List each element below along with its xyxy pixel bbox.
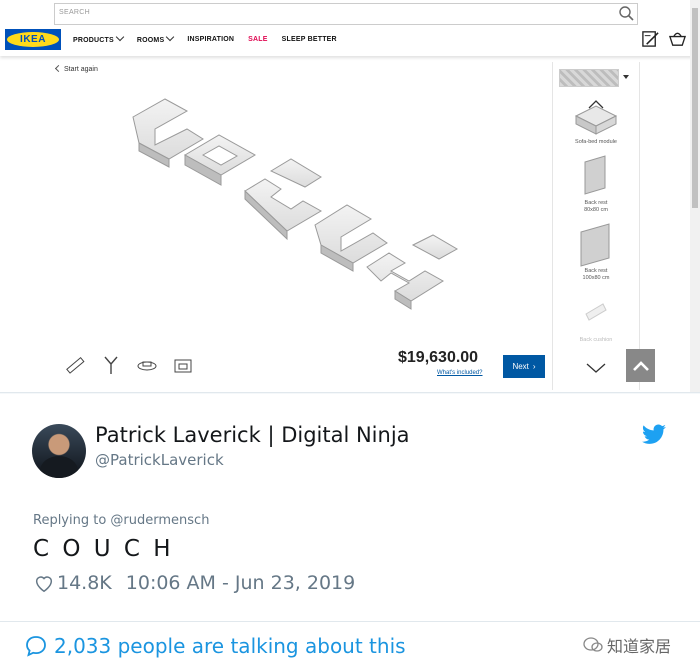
main-nav: PRODUCTS ROOMS INSPIRATION SALE SLEEP BE…: [73, 32, 337, 44]
edit-list-icon[interactable]: [641, 29, 660, 48]
like-count[interactable]: 14.8K: [57, 572, 112, 594]
panel-item-label: Sofa-bed module: [575, 139, 617, 145]
room-view-icon[interactable]: [172, 354, 194, 376]
panel-item-label: Back rest 80x80 cm: [584, 200, 608, 213]
next-button[interactable]: Next ›: [503, 355, 545, 378]
next-label: Next: [512, 362, 529, 371]
chevron-right-icon: ›: [532, 362, 536, 371]
watermark: 知道家居: [583, 633, 671, 657]
sofa-bed-module-image[interactable]: [571, 96, 621, 136]
tool-icon[interactable]: [100, 354, 122, 376]
back-rest-80-image[interactable]: [581, 154, 611, 198]
chevron-down-icon[interactable]: [583, 360, 609, 376]
scrollbar[interactable]: [690, 0, 700, 392]
nav-sale[interactable]: SALE: [248, 36, 267, 44]
top-view-icon[interactable]: [136, 354, 158, 376]
tweet-text: C O U C H: [33, 536, 174, 562]
nav-products[interactable]: PRODUCTS: [73, 32, 125, 44]
couch-3d-render: [132, 98, 459, 310]
header-icons: [641, 29, 687, 48]
user-name[interactable]: Patrick Laverick | Digital Ninja: [95, 423, 410, 447]
tweet-meta: 14.8K 10:06 AM - Jun 23, 2019: [33, 572, 355, 594]
fabric-swatch[interactable]: [559, 69, 619, 87]
search-icon[interactable]: [618, 5, 634, 21]
nav-inspiration[interactable]: INSPIRATION: [187, 36, 234, 44]
ikea-logo-text: IKEA: [20, 34, 46, 45]
view-tools: [64, 354, 194, 376]
total-price: $19,630.00: [398, 349, 479, 366]
back-cushion-image[interactable]: [583, 300, 609, 326]
tweet-timestamp[interactable]: 10:06 AM - Jun 23, 2019: [126, 572, 355, 594]
ikea-planner-screenshot: SEARCH IKEA PRODUCTS ROOMS INSPIRATION S…: [0, 0, 700, 393]
talking-count: 2,033 people are talking about this: [54, 634, 406, 658]
chevron-down-icon: [115, 32, 125, 42]
whats-included-link[interactable]: What's included?: [437, 370, 483, 376]
twitter-bird-icon[interactable]: [641, 424, 667, 446]
measure-icon[interactable]: [64, 354, 86, 376]
watermark-text: 知道家居: [607, 637, 672, 656]
replying-to[interactable]: Replying to @rudermensch: [33, 513, 209, 528]
shopping-bag-icon[interactable]: [668, 29, 687, 48]
conversation-link[interactable]: 2,033 people are talking about this: [24, 634, 406, 658]
caret-down-icon[interactable]: [623, 75, 629, 79]
nav-sleep-better[interactable]: SLEEP BETTER: [282, 36, 337, 44]
panel-item-label: Back cushion: [579, 337, 613, 343]
start-again-link[interactable]: Start again: [56, 66, 98, 73]
search-input[interactable]: SEARCH: [54, 3, 638, 25]
user-handle[interactable]: @PatrickLaverick: [95, 451, 224, 469]
chevron-up-icon: [632, 360, 649, 371]
chevron-down-icon: [166, 32, 175, 42]
nav-rooms[interactable]: ROOMS: [137, 32, 175, 44]
back-rest-100-image[interactable]: [577, 222, 615, 268]
ikea-header: SEARCH IKEA PRODUCTS ROOMS INSPIRATION S…: [0, 0, 700, 56]
scrollbar-thumb[interactable]: [692, 8, 698, 208]
speech-bubble-icon: [26, 636, 46, 657]
panel-item-label: Back rest 100x80 cm: [582, 268, 610, 281]
avatar[interactable]: [32, 424, 86, 478]
divider: [0, 621, 700, 622]
heart-icon[interactable]: [33, 572, 55, 594]
search-placeholder: SEARCH: [59, 9, 90, 16]
scroll-up-button[interactable]: [626, 349, 655, 382]
ikea-logo[interactable]: IKEA: [5, 29, 61, 50]
chat-bubbles-icon: [583, 637, 603, 652]
module-panel: Sofa-bed module Back rest 80x80 cm Back …: [552, 62, 640, 390]
